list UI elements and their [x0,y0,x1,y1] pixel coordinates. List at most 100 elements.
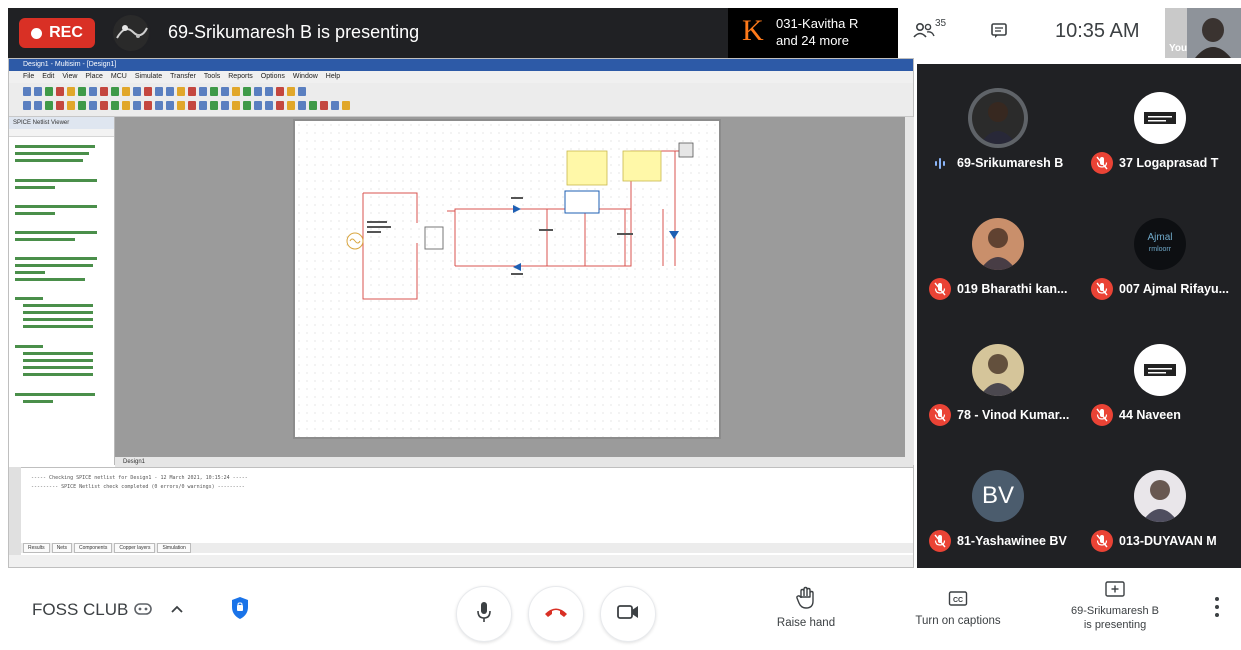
recording-badge[interactable]: REC [19,18,95,48]
spreadsheet-view-handle [9,467,21,555]
participant-avatar [1134,344,1186,396]
app-menu-item[interactable]: MCU [111,71,127,83]
hand-icon [768,586,844,610]
participant-name: 007 Ajmal Rifayu... [1119,282,1229,296]
design-tab[interactable]: Design1 [115,457,913,467]
participant-name: 013-DUYAVAN M [1119,534,1217,548]
participant-name: 44 Naveen [1119,408,1181,422]
output-tab[interactable]: Simulation [157,543,191,553]
presenter-strip: REC 69-Srikumaresh B is presenting K 031… [8,8,898,58]
raise-hand-button[interactable]: Raise hand [768,586,844,630]
participant-tile[interactable]: 019 Bharathi kan... [917,190,1079,316]
app-status-bar [9,555,913,567]
more-options-icon[interactable] [1214,596,1220,623]
participant-tile[interactable]: 44 Naveen [1079,316,1241,442]
app-menu-item[interactable]: Edit [42,71,54,83]
avatar-subtext: rmloorr [1148,246,1172,253]
netlist-viewer: SPICE Netlist Viewer [9,117,115,465]
netlist-code-lines [15,145,97,403]
app-title-bar: Design1 - Multisim - [Design1] [9,59,913,71]
avatar-logo [1144,112,1176,124]
mic-off-icon [1091,152,1113,174]
participant-avatar [972,218,1024,270]
mic-off-icon [929,278,951,300]
shield-icon[interactable] [230,596,250,625]
mic-off-icon [1091,530,1113,552]
captions-button[interactable]: CC Turn on captions [900,586,1016,628]
end-call-icon [543,605,569,624]
app-menu-item[interactable]: Window [293,71,318,83]
participant-name-row: 019 Bharathi kan... [929,278,1073,300]
top-right-controls: 35 10:35 AM You [895,8,1241,58]
output-tab[interactable]: Results [23,543,50,553]
app-menu-item[interactable]: Simulate [135,71,162,83]
participant-tile[interactable]: BV 81-Yashawinee BV [917,442,1079,568]
svg-text:CC: CC [953,597,963,604]
avatar-photo [980,102,1016,144]
avatar-initials: BV [981,482,1014,509]
participant-tile[interactable]: 37 Logaprasad T [1079,64,1241,190]
app-menu-bar: File Edit View Place MCU Simulate Transfer Tool… [9,71,913,83]
app-toolbar [9,83,913,117]
bottom-bar: FOSS CLUB Raise hand CC Turn on captions… [0,568,1241,650]
netlist-title: SPICE Netlist Viewer [9,117,114,129]
participant-avatar: Ajmal rmloorr [1134,218,1186,270]
joined-initial: K [742,14,764,47]
participant-name-row: 78 - Vinod Kumar... [929,404,1073,426]
app-menu-item[interactable]: Tools [204,71,220,83]
participant-count: 35 [935,18,947,29]
schematic-sheet[interactable] [293,119,721,439]
app-menu-item[interactable]: Place [85,71,103,83]
joined-name: 031-Kavitha R [776,16,859,31]
schematic-workspace[interactable] [115,117,905,457]
joined-text: 031-Kavitha R and 24 more [776,15,858,49]
app-menu-item[interactable]: Options [261,71,285,83]
chat-icon[interactable] [990,22,1008,45]
participant-tile[interactable]: Ajmal rmloorr 007 Ajmal Rifayu... [1079,190,1241,316]
self-you-label: You [1169,43,1188,54]
self-view-tile[interactable]: You [1165,8,1241,58]
circuit-diagram [346,142,694,300]
meeting-details-icon[interactable] [134,602,152,620]
participant-name-row: 013-DUYAVAN M [1091,530,1235,552]
mic-off-icon [1091,278,1113,300]
camera-button[interactable] [600,586,656,642]
output-line: ----- Checking SPICE netlist for Design1… [31,475,248,481]
meet-window: REC 69-Srikumaresh B is presenting K 031… [0,0,1241,650]
joined-more: and 24 more [776,33,849,48]
app-menu-item[interactable]: View [62,71,77,83]
participant-avatar [1134,92,1186,144]
raise-hand-label: Raise hand [776,617,836,629]
present-icon [1052,580,1178,600]
presenting-button[interactable]: 69-Srikumaresh B is presenting [1052,580,1178,632]
app-menu-item[interactable]: Help [326,71,340,83]
avatar-logo [1144,364,1176,376]
record-dot-icon [31,27,43,39]
participant-tile[interactable]: 013-DUYAVAN M [1079,442,1241,568]
leave-call-button[interactable] [528,586,584,642]
output-tab[interactable]: Components [73,543,113,553]
output-tab[interactable]: Nets [51,543,72,553]
chevron-up-icon[interactable] [170,602,184,620]
participant-name: 69-Srikumaresh B [957,156,1064,170]
participant-name-row: 81-Yashawinee BV [929,530,1073,552]
participant-tile[interactable]: 69-Srikumaresh B [917,64,1079,190]
participant-tile[interactable]: 78 - Vinod Kumar... [917,316,1079,442]
participant-name-row: 007 Ajmal Rifayu... [1091,278,1235,300]
app-menu-item[interactable]: Reports [228,71,253,83]
app-menu-item[interactable]: Transfer [170,71,196,83]
microphone-button[interactable] [456,586,512,642]
output-panel: ----- Checking SPICE netlist for Design1… [21,467,913,543]
output-tabs: Results Nets Components Copper layers Simula… [21,543,913,553]
mic-off-icon [1091,404,1113,426]
speaking-indicator-icon [929,152,951,174]
captions-label: Turn on captions [915,615,1001,627]
app-menu-item[interactable]: File [23,71,34,83]
mic-off-icon [929,530,951,552]
presenter-avatar [111,14,151,52]
output-tab[interactable]: Copper layers [114,543,156,553]
top-bar: REC 69-Srikumaresh B is presenting K 031… [0,0,1241,64]
participant-name-row: 44 Naveen [1091,404,1235,426]
presenting-title: 69-Srikumaresh B is presenting [168,22,420,42]
people-icon[interactable] [913,22,935,43]
